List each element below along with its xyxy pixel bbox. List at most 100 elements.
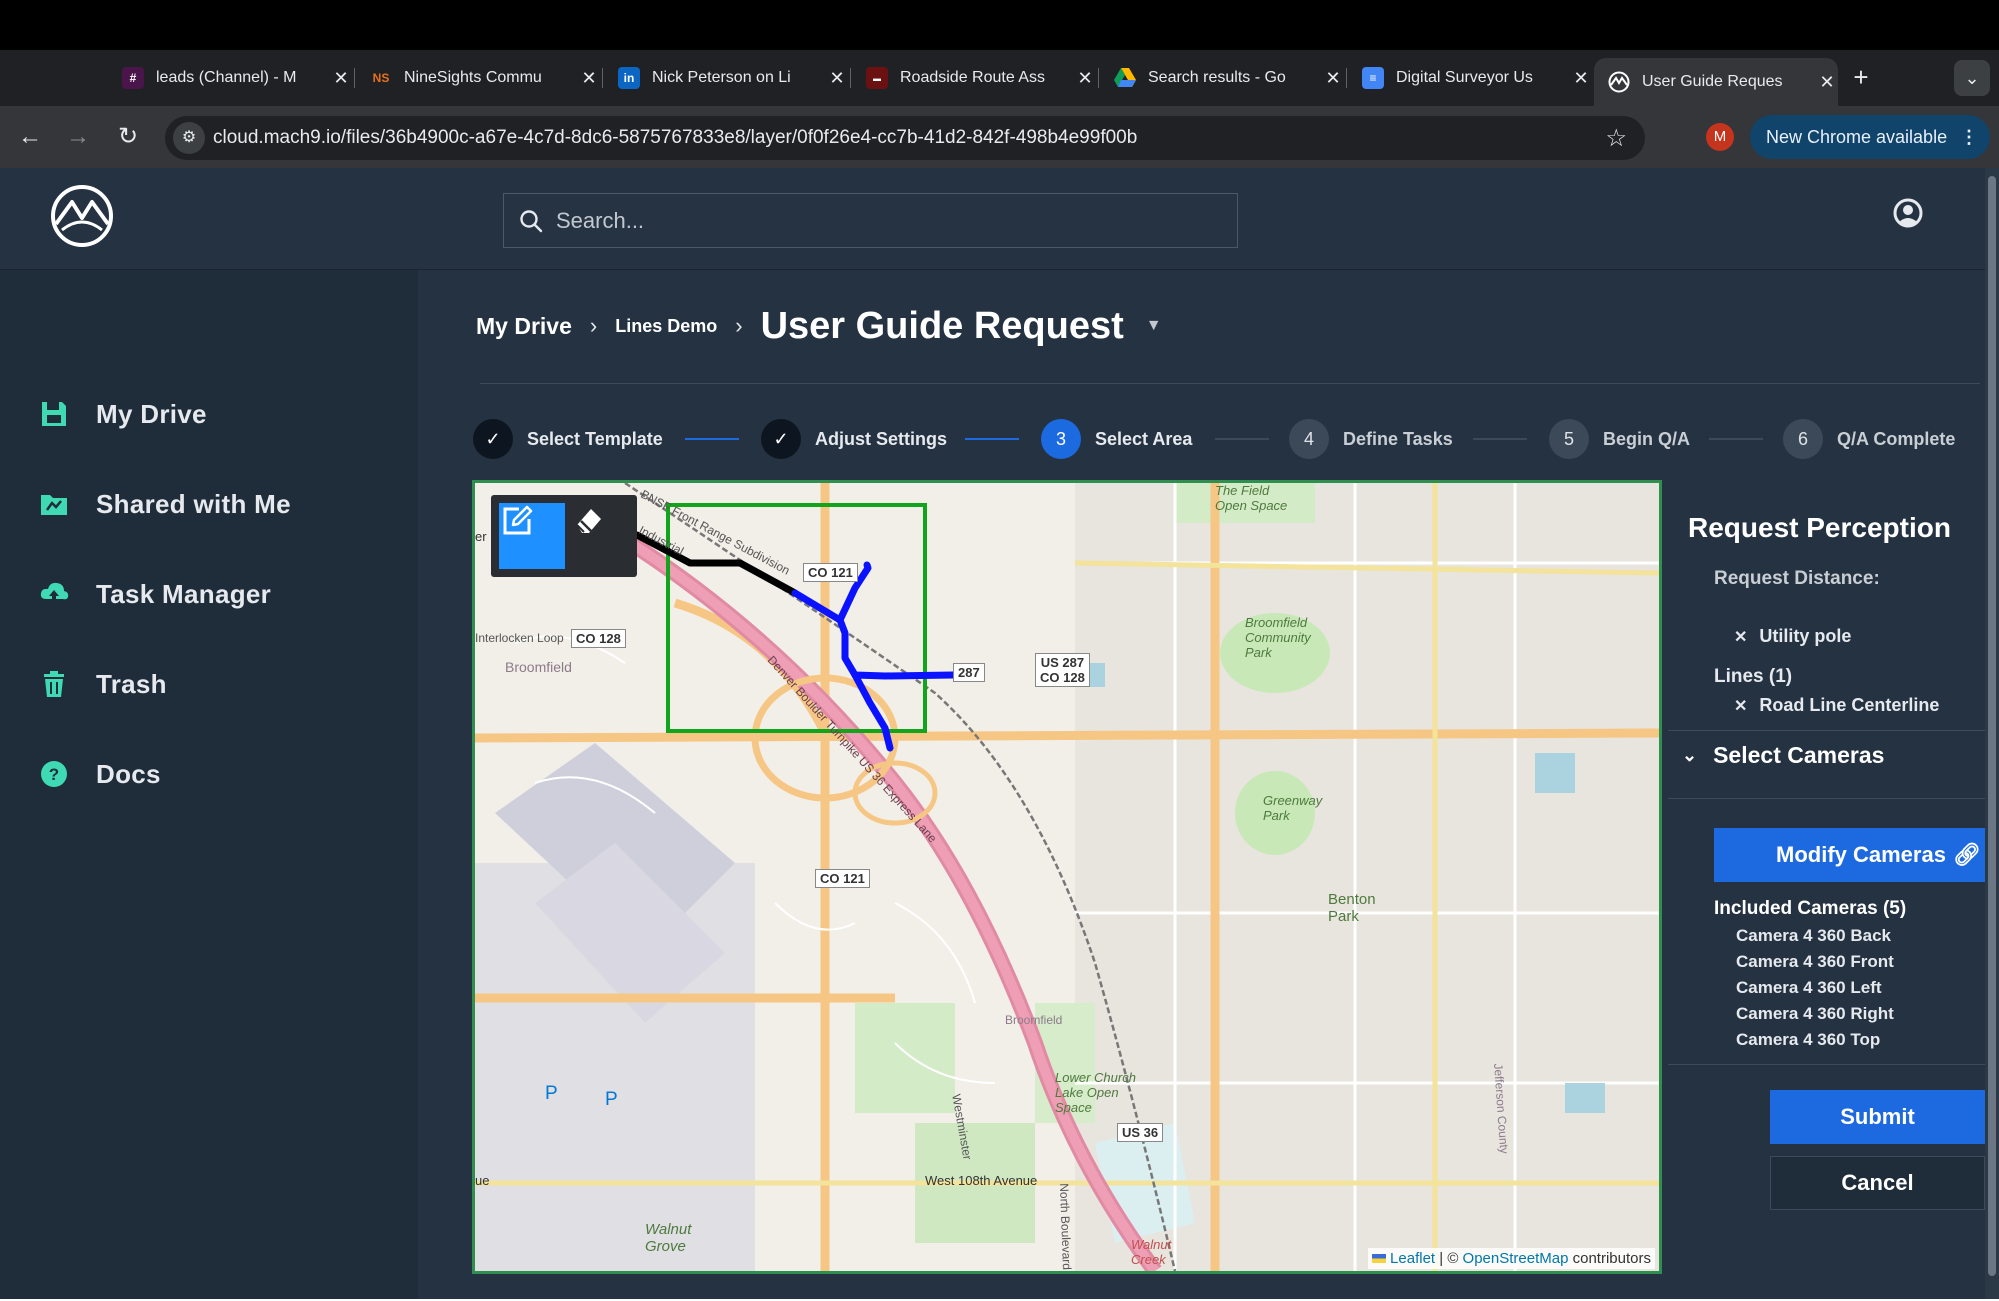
panel-title: Request Perception	[1688, 512, 1951, 543]
tab-separator	[354, 68, 355, 88]
new-chrome-available-button[interactable]: New Chrome available ⋮	[1750, 115, 1990, 159]
sidebar-item-trash[interactable]: Trash	[0, 654, 418, 714]
select-cameras-toggle[interactable]: ⌄ Select Cameras	[1682, 742, 1884, 769]
tab-close-icon[interactable]: ✕	[1570, 68, 1592, 89]
profile-avatar[interactable]: M	[1706, 123, 1734, 151]
step-qa-complete: 6 Q/A Complete	[1783, 416, 1955, 462]
eraser-button[interactable]	[571, 503, 629, 569]
tab-separator	[850, 68, 851, 88]
browser-chrome: # leads (Channel) - M ✕ NS NineSights Co…	[0, 0, 1999, 168]
tab-close-icon[interactable]: ✕	[578, 68, 600, 89]
map-label: US 36	[1117, 1123, 1164, 1142]
tab-leads[interactable]: # leads (Channel) - M ✕	[108, 58, 352, 98]
browser-toolbar: ← → ↻ ⚙ cloud.mach9.io/files/36b4900c-a6…	[0, 106, 1999, 168]
kebab-menu-icon: ⋮	[1960, 127, 1978, 147]
tab-linkedin[interactable]: in Nick Peterson on Li ✕	[604, 58, 848, 98]
step-check-icon: ✓	[761, 419, 801, 459]
map-label: Lower Church Lake Open Space	[1055, 1070, 1136, 1115]
osm-link[interactable]: OpenStreetMap	[1463, 1250, 1569, 1267]
panel-divider	[1668, 798, 1985, 799]
modify-cameras-label: Modify Cameras	[1776, 842, 1946, 867]
remove-icon[interactable]: ✕	[1734, 696, 1747, 716]
map-label: CO 121	[815, 869, 870, 888]
sidebar-item-shared-with-me[interactable]: Shared with Me	[0, 474, 418, 534]
user-account-icon[interactable]	[1893, 198, 1923, 234]
sidebar-item-task-manager[interactable]: Task Manager	[0, 564, 418, 624]
tab-close-icon[interactable]: ✕	[1074, 68, 1096, 89]
chip-label: Utility pole	[1759, 626, 1852, 646]
tab-close-icon[interactable]: ✕	[1322, 68, 1344, 89]
link-icon: 🔗︎	[1953, 842, 1981, 867]
step-number: 4	[1289, 419, 1329, 459]
camera-item: Camera 4 360 Front	[1736, 952, 1894, 971]
step-define-tasks: 4 Define Tasks	[1289, 416, 1453, 462]
tab-search-button[interactable]: ⌄	[1954, 60, 1990, 96]
breadcrumb-lines-demo[interactable]: Lines Demo	[615, 316, 717, 337]
map-label: Benton Park	[1328, 891, 1376, 925]
map-label: Interlocken Loop	[475, 631, 564, 645]
request-perception-panel: Request Perception Request Distance: ✕ U…	[1668, 480, 1985, 1301]
attribution-text: contributors	[1568, 1250, 1651, 1267]
app: My Drive Shared with Me Task Manager Tra…	[0, 168, 1999, 1301]
google-docs-icon: ≡	[1362, 67, 1384, 89]
edit-draw-button[interactable]	[499, 503, 565, 569]
tab-user-guide-request[interactable]: User Guide Reques ✕	[1594, 58, 1838, 106]
step-adjust-settings: ✓ Adjust Settings	[761, 416, 947, 462]
title-dropdown-icon[interactable]: ▼	[1146, 317, 1162, 335]
map-label: P	[545, 1083, 558, 1104]
reload-icon[interactable]: ↻	[112, 121, 144, 153]
tab-google-drive[interactable]: Search results - Go ✕	[1100, 58, 1344, 98]
map-label: ue	[475, 1173, 490, 1188]
scrollbar-thumb[interactable]	[1988, 176, 1996, 1276]
map-label: North Boulevard	[1057, 1183, 1075, 1271]
submit-button[interactable]: Submit	[1770, 1090, 1985, 1144]
app-header	[0, 168, 1985, 270]
search-input[interactable]	[556, 194, 1216, 247]
map-label: er	[475, 529, 487, 544]
address-bar[interactable]: ⚙ cloud.mach9.io/files/36b4900c-a67e-4c7…	[165, 116, 1645, 160]
tab-separator	[602, 68, 603, 88]
search-box[interactable]	[503, 193, 1238, 248]
step-connector	[1709, 438, 1763, 440]
tab-ninesights[interactable]: NS NineSights Commu ✕	[356, 58, 600, 98]
attribution-separator: | ©	[1435, 1250, 1463, 1267]
main-content: My Drive › Lines Demo › User Guide Reque…	[418, 270, 1985, 1301]
sidebar-item-docs[interactable]: ? Docs	[0, 744, 418, 804]
step-select-template: ✓ Select Template	[473, 416, 663, 462]
panel-divider	[1668, 1064, 1985, 1065]
sidebar-item-my-drive[interactable]: My Drive	[0, 384, 418, 444]
map-label: The Field Open Space	[1215, 483, 1288, 513]
url-text[interactable]: cloud.mach9.io/files/36b4900c-a67e-4c7d-…	[213, 127, 1137, 149]
new-tab-button[interactable]: +	[1846, 62, 1876, 92]
map-view[interactable]: CO 121 CO 128 Interlocken Loop Broomfiel…	[472, 480, 1662, 1274]
bookmark-star-icon[interactable]: ☆	[1605, 124, 1627, 153]
site-info-icon[interactable]: ⚙	[173, 122, 205, 154]
sidebar: My Drive Shared with Me Task Manager Tra…	[0, 270, 418, 1301]
camera-item: Camera 4 360 Top	[1736, 1030, 1881, 1049]
drive-icon	[42, 402, 66, 426]
progress-stepper: ✓ Select Template ✓ Adjust Settings 3 Se…	[473, 416, 1983, 462]
map-label: Broomfield	[1005, 1013, 1063, 1027]
back-icon[interactable]: ←	[14, 121, 46, 153]
leaflet-link[interactable]: Leaflet	[1390, 1250, 1435, 1267]
modify-cameras-button[interactable]: Modify Cameras 🔗︎	[1714, 828, 1985, 882]
mach9-logo[interactable]	[48, 182, 116, 250]
map-label: West 108th Avenue	[925, 1173, 1038, 1188]
eraser-icon	[576, 509, 601, 533]
breadcrumb-my-drive[interactable]: My Drive	[476, 313, 572, 340]
map-attribution: Leaflet | © OpenStreetMap contributors	[1368, 1248, 1655, 1269]
step-begin-qa: 5 Begin Q/A	[1549, 416, 1690, 462]
tab-google-docs[interactable]: ≡ Digital Surveyor Us ✕	[1348, 58, 1592, 98]
shared-folder-icon	[41, 495, 67, 515]
ukraine-flag-icon	[1372, 1254, 1387, 1263]
page-scrollbar[interactable]	[1985, 168, 1999, 1301]
tab-close-icon[interactable]: ✕	[826, 68, 848, 89]
tab-close-icon[interactable]: ✕	[1816, 72, 1838, 93]
chip-label: Road Line Centerline	[1759, 695, 1940, 715]
tab-close-icon[interactable]: ✕	[330, 68, 352, 89]
forward-icon[interactable]: →	[62, 121, 94, 153]
map-label: Broomfield	[505, 659, 572, 675]
tab-roadside[interactable]: ▬ Roadside Route Ass ✕	[852, 58, 1096, 98]
remove-icon[interactable]: ✕	[1734, 627, 1747, 647]
cancel-button[interactable]: Cancel	[1770, 1156, 1985, 1210]
